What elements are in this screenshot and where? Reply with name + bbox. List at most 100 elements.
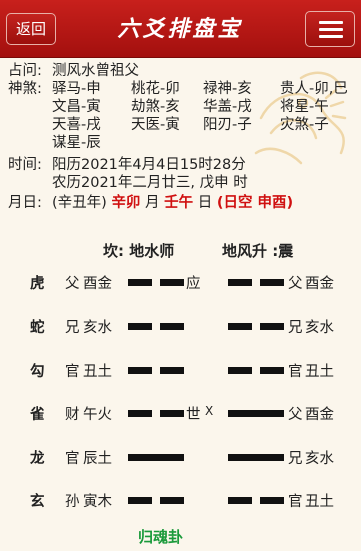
najia: 丑土 [83, 364, 112, 380]
changed-najia: 丑土 [305, 494, 334, 510]
changed-najia: 酉金 [305, 276, 334, 292]
day-ganzhi: 壬午 [164, 195, 194, 211]
main-line-yin [160, 323, 184, 330]
shensha-item: 驿马-申 [52, 81, 101, 97]
question-row: 占问: 测风水曾祖父 [8, 62, 358, 80]
hexagram-line: 勾官丑土官丑土 [0, 360, 361, 382]
najia: 寅木 [83, 494, 112, 510]
day-row: 月日: (辛丑年) 辛卯 月 壬午 日 (日空 申酉) [8, 194, 358, 212]
main-line-yang [128, 454, 184, 461]
shensha-item: 谋星-辰 [52, 135, 101, 151]
app-title: 六爻排盘宝 [117, 16, 243, 42]
shensha-item: 文昌-寅 [52, 99, 101, 115]
changed-liuqin: 兄 [288, 451, 303, 467]
changed-najia: 丑土 [305, 364, 334, 380]
time-label: 时间: [8, 157, 42, 173]
hexagram-line: 蛇兄亥水兄亥水 [0, 316, 361, 338]
six-beast: 玄 [30, 494, 45, 510]
kong-wang: (日空 申酉) [216, 195, 294, 211]
liuqin: 兄 [65, 320, 80, 336]
main-line-yin [128, 323, 152, 330]
hexagram-line: 龙 官辰土 兄亥水 [0, 447, 361, 469]
shensha-item: 将星-午 [280, 99, 329, 115]
six-beast: 蛇 [30, 320, 45, 336]
shensha-row: 神煞: 驿马-申 桃花-卯 禄神-亥 贵人-卯,巳 文昌-寅 劫煞-亥 华盖-戌 将星-午 天喜… [8, 80, 358, 152]
liuqin: 财 [65, 407, 80, 423]
six-beast: 雀 [30, 407, 45, 423]
najia: 辰土 [83, 451, 112, 467]
shensha-item: 天医-寅 [131, 117, 180, 133]
solar-date: 阳历2021年4月4日15时28分 [52, 157, 246, 173]
changed-hexagram-name: 地风升 :震 [222, 242, 294, 260]
shensha-item: 禄神-亥 [203, 81, 252, 97]
shensha-label: 神煞: [8, 81, 42, 97]
shi-ying-mark: 应 [186, 276, 201, 292]
moving-line-mark: X [205, 404, 214, 418]
najia: 酉金 [83, 276, 112, 292]
hamburger-menu-icon [319, 28, 343, 31]
day-char: 日 [197, 195, 213, 211]
six-beast: 勾 [30, 364, 45, 380]
changed-line-yin [260, 497, 284, 504]
year-ganzhi: (辛丑年) [52, 195, 107, 211]
changed-liuqin: 父 [288, 407, 303, 423]
shensha-item: 天喜-戌 [52, 117, 101, 133]
hexagram-line: 玄 孙寅木 官丑土 [0, 490, 361, 512]
main-line-yin [160, 410, 184, 417]
changed-line-yin [228, 279, 252, 286]
changed-najia: 亥水 [305, 451, 334, 467]
najia: 午火 [83, 407, 112, 423]
changed-line-yin [260, 323, 284, 330]
liuqin: 父 [65, 276, 80, 292]
menu-button[interactable] [305, 11, 355, 47]
hexagram-type-label: 归魂卦 [138, 528, 184, 546]
changed-line-yin [260, 367, 284, 374]
main-line-yin [128, 497, 152, 504]
changed-liuqin: 官 [288, 494, 303, 510]
main-line-yin [160, 279, 184, 286]
time-row: 时间: 阳历2021年4月4日15时28分 农历2021年二月廿三, 戊申 时 [8, 156, 358, 192]
question-text: 测风水曾祖父 [52, 63, 139, 79]
changed-line-yin [228, 323, 252, 330]
shi-ying-mark: 世 [186, 407, 201, 423]
changed-liuqin: 兄 [288, 320, 303, 336]
changed-line-yin [228, 497, 252, 504]
lunar-date: 农历2021年二月廿三, 戊申 时 [52, 175, 248, 191]
back-button[interactable]: 返回 [6, 13, 56, 45]
shensha-item: 贵人-卯,巳 [280, 81, 348, 97]
shensha-item: 桃花-卯 [131, 81, 180, 97]
main-line-yin [128, 279, 152, 286]
question-label: 占问: [8, 63, 42, 79]
hexagram-line: 雀 财午火 世 X 父酉金 [0, 403, 361, 425]
hamburger-menu-icon [319, 21, 343, 24]
changed-najia: 亥水 [305, 320, 334, 336]
main-line-yin [160, 367, 184, 374]
shensha-grid: 驿马-申 桃花-卯 禄神-亥 贵人-卯,巳 文昌-寅 劫煞-亥 华盖-戌 将星-午 天喜-戌 天医… [52, 80, 358, 152]
hexagram-line: 虎父酉金应父酉金 [0, 272, 361, 294]
liuqin: 孙 [65, 494, 80, 510]
changed-najia: 酉金 [305, 407, 334, 423]
main-line-yin [128, 410, 152, 417]
liuqin: 官 [65, 451, 80, 467]
shensha-item: 灾煞-子 [280, 117, 329, 133]
changed-line-yin [228, 367, 252, 374]
shensha-item: 阳刃-子 [203, 117, 252, 133]
main-line-yin [128, 367, 152, 374]
month-char: 月 [145, 195, 160, 211]
six-beast: 虎 [30, 276, 45, 292]
liuqin: 官 [65, 364, 80, 380]
shensha-item: 华盖-戌 [203, 99, 252, 115]
month-ganzhi: 辛卯 [111, 195, 141, 211]
app-header: 返回 六爻排盘宝 [0, 0, 361, 58]
day-label: 月日: [8, 195, 42, 211]
main-line-yin [160, 497, 184, 504]
six-beast: 龙 [30, 451, 45, 467]
changed-liuqin: 父 [288, 276, 303, 292]
changed-line-yang [228, 454, 284, 461]
main-hexagram-name: 坎: 地水师 [103, 242, 175, 260]
changed-line-yin [260, 279, 284, 286]
najia: 亥水 [83, 320, 112, 336]
hamburger-menu-icon [319, 35, 343, 38]
divination-info: 占问: 测风水曾祖父 神煞: 驿马-申 桃花-卯 禄神-亥 贵人-卯,巳 文昌-寅 劫煞-… [8, 62, 358, 212]
changed-liuqin: 官 [288, 364, 303, 380]
